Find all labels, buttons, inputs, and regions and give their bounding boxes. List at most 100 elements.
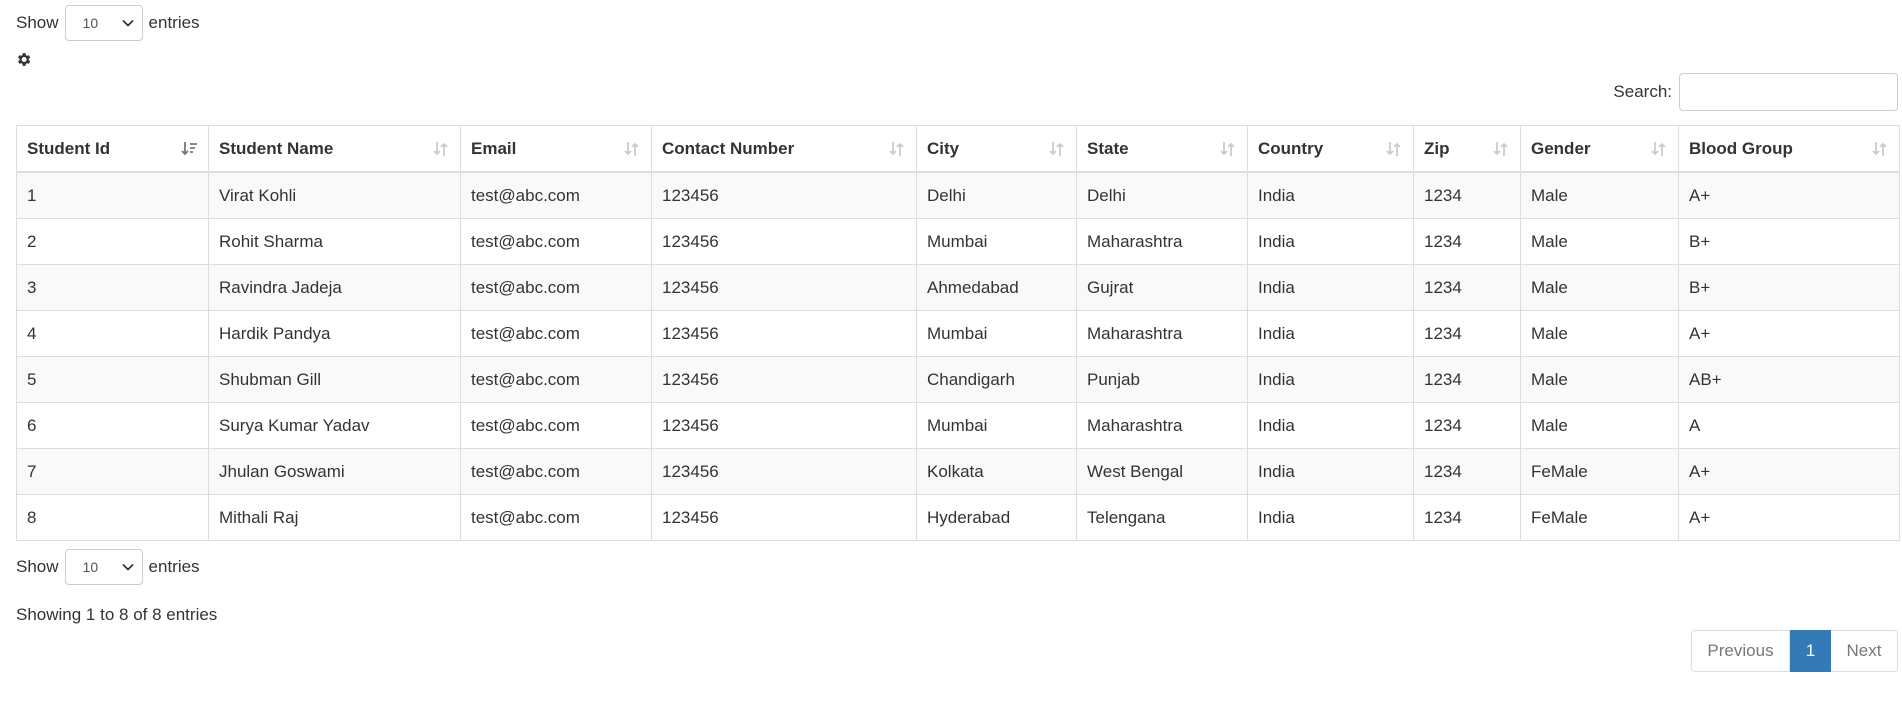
page-length-value: 10 bbox=[82, 15, 99, 31]
table-cell: India bbox=[1247, 448, 1414, 495]
table-cell: 123456 bbox=[651, 310, 917, 357]
table-cell: Rohit Sharma bbox=[208, 218, 461, 265]
table-row: 3 Ravindra Jadeja test@abc.com 123456 Ahmeda… bbox=[16, 264, 1900, 311]
sort-asc-icon bbox=[181, 142, 197, 156]
table-cell: Jhulan Goswami bbox=[208, 448, 461, 495]
length-suffix: entries bbox=[148, 13, 200, 32]
table-row: 1 Virat Kohli test@abc.com 123456 Delhi Delhi… bbox=[16, 171, 1900, 219]
column-header-email[interactable]: Email bbox=[460, 125, 652, 173]
length-control-bottom: Show 10 entries bbox=[16, 549, 200, 585]
table-cell: India bbox=[1247, 356, 1414, 403]
table-cell: 123456 bbox=[651, 264, 917, 311]
table-cell: A+ bbox=[1678, 448, 1900, 495]
column-header-contact-number[interactable]: Contact Number bbox=[651, 125, 917, 173]
table-cell: Delhi bbox=[1076, 171, 1248, 219]
table-cell: Mumbai bbox=[916, 218, 1077, 265]
table-cell: 1 bbox=[16, 171, 209, 219]
table-cell: test@abc.com bbox=[460, 171, 652, 219]
table-cell: Ahmedabad bbox=[916, 264, 1077, 311]
column-header-label: Email bbox=[471, 138, 517, 158]
sort-icon bbox=[624, 142, 639, 156]
table-cell: Chandigarh bbox=[916, 356, 1077, 403]
column-header-country[interactable]: Country bbox=[1247, 125, 1414, 173]
table-cell: 2 bbox=[16, 218, 209, 265]
table-cell: 123456 bbox=[651, 171, 917, 219]
table-header-row: Student Id Student Name Email Contact Numbe… bbox=[16, 125, 1900, 173]
page-length-select[interactable]: 10 bbox=[64, 5, 143, 41]
table-cell: 1234 bbox=[1413, 402, 1521, 449]
table-cell: 8 bbox=[16, 494, 209, 541]
sort-icon bbox=[1651, 142, 1666, 156]
column-header-label: City bbox=[927, 138, 960, 158]
column-header-student-name[interactable]: Student Name bbox=[208, 125, 461, 173]
table-cell: Punjab bbox=[1076, 356, 1248, 403]
table-cell: A bbox=[1678, 402, 1900, 449]
table-cell: Mumbai bbox=[916, 310, 1077, 357]
column-header-blood-group[interactable]: Blood Group bbox=[1678, 125, 1900, 173]
next-page-button[interactable]: Next bbox=[1831, 630, 1898, 672]
table-cell: 123456 bbox=[651, 402, 917, 449]
table-cell: Ravindra Jadeja bbox=[208, 264, 461, 311]
sort-icon bbox=[1220, 142, 1235, 156]
table-cell: Kolkata bbox=[916, 448, 1077, 495]
table-cell: 123456 bbox=[651, 356, 917, 403]
previous-page-button[interactable]: Previous bbox=[1691, 630, 1790, 672]
table-cell: Male bbox=[1520, 171, 1679, 219]
column-header-zip[interactable]: Zip bbox=[1413, 125, 1521, 173]
page-1-button[interactable]: 1 bbox=[1790, 630, 1831, 672]
table-row: 8 Mithali Raj test@abc.com 123456 Hyderabad T… bbox=[16, 494, 1900, 541]
column-header-label: Contact Number bbox=[662, 138, 795, 158]
table-cell: 123456 bbox=[651, 448, 917, 495]
table-cell: Male bbox=[1520, 356, 1679, 403]
table-cell: 4 bbox=[16, 310, 209, 357]
page-length-select[interactable]: 10 bbox=[64, 549, 143, 585]
table-cell: A+ bbox=[1678, 310, 1900, 357]
column-header-student-id[interactable]: Student Id bbox=[16, 125, 209, 173]
table-cell: Shubman Gill bbox=[208, 356, 461, 403]
table-cell: test@abc.com bbox=[460, 218, 652, 265]
column-header-label: Zip bbox=[1424, 138, 1450, 158]
table-cell: Hyderabad bbox=[916, 494, 1077, 541]
column-header-label: Country bbox=[1258, 138, 1324, 158]
sort-icon bbox=[889, 142, 904, 156]
column-header-city[interactable]: City bbox=[916, 125, 1077, 173]
table-cell: 123456 bbox=[651, 218, 917, 265]
table-cell: FeMale bbox=[1520, 494, 1679, 541]
table-cell: test@abc.com bbox=[460, 356, 652, 403]
table-cell: test@abc.com bbox=[460, 448, 652, 495]
sort-icon bbox=[1386, 142, 1401, 156]
sort-icon bbox=[1493, 142, 1508, 156]
table-cell: Male bbox=[1520, 218, 1679, 265]
table-cell: test@abc.com bbox=[460, 402, 652, 449]
table-cell: 1234 bbox=[1413, 448, 1521, 495]
chevron-down-icon bbox=[121, 563, 134, 571]
table-cell: India bbox=[1247, 218, 1414, 265]
table-cell: Gujrat bbox=[1076, 264, 1248, 311]
table-cell: test@abc.com bbox=[460, 264, 652, 311]
students-table: Student Id Student Name Email Contact Numbe… bbox=[16, 125, 1900, 541]
table-cell: Maharashtra bbox=[1076, 402, 1248, 449]
table-cell: India bbox=[1247, 310, 1414, 357]
column-header-state[interactable]: State bbox=[1076, 125, 1248, 173]
length-prefix: Show bbox=[16, 557, 59, 576]
table-cell: B+ bbox=[1678, 264, 1900, 311]
column-header-gender[interactable]: Gender bbox=[1520, 125, 1679, 173]
length-prefix: Show bbox=[16, 13, 59, 32]
gear-icon[interactable] bbox=[15, 51, 32, 68]
table-row: 2 Rohit Sharma test@abc.com 123456 Mumbai Mah… bbox=[16, 218, 1900, 265]
chevron-down-icon bbox=[121, 19, 134, 27]
sort-icon bbox=[1872, 142, 1887, 156]
table-cell: test@abc.com bbox=[460, 310, 652, 357]
table-cell: FeMale bbox=[1520, 448, 1679, 495]
table-cell: 1234 bbox=[1413, 494, 1521, 541]
table-cell: 5 bbox=[16, 356, 209, 403]
table-cell: 1234 bbox=[1413, 356, 1521, 403]
search-input[interactable] bbox=[1679, 73, 1898, 111]
table-cell: A+ bbox=[1678, 171, 1900, 219]
search-label: Search: bbox=[1613, 82, 1672, 101]
table-cell: India bbox=[1247, 264, 1414, 311]
table-cell: India bbox=[1247, 171, 1414, 219]
table-row: 6 Surya Kumar Yadav test@abc.com 123456 Mumb… bbox=[16, 402, 1900, 449]
table-cell: 3 bbox=[16, 264, 209, 311]
table-cell: Surya Kumar Yadav bbox=[208, 402, 461, 449]
